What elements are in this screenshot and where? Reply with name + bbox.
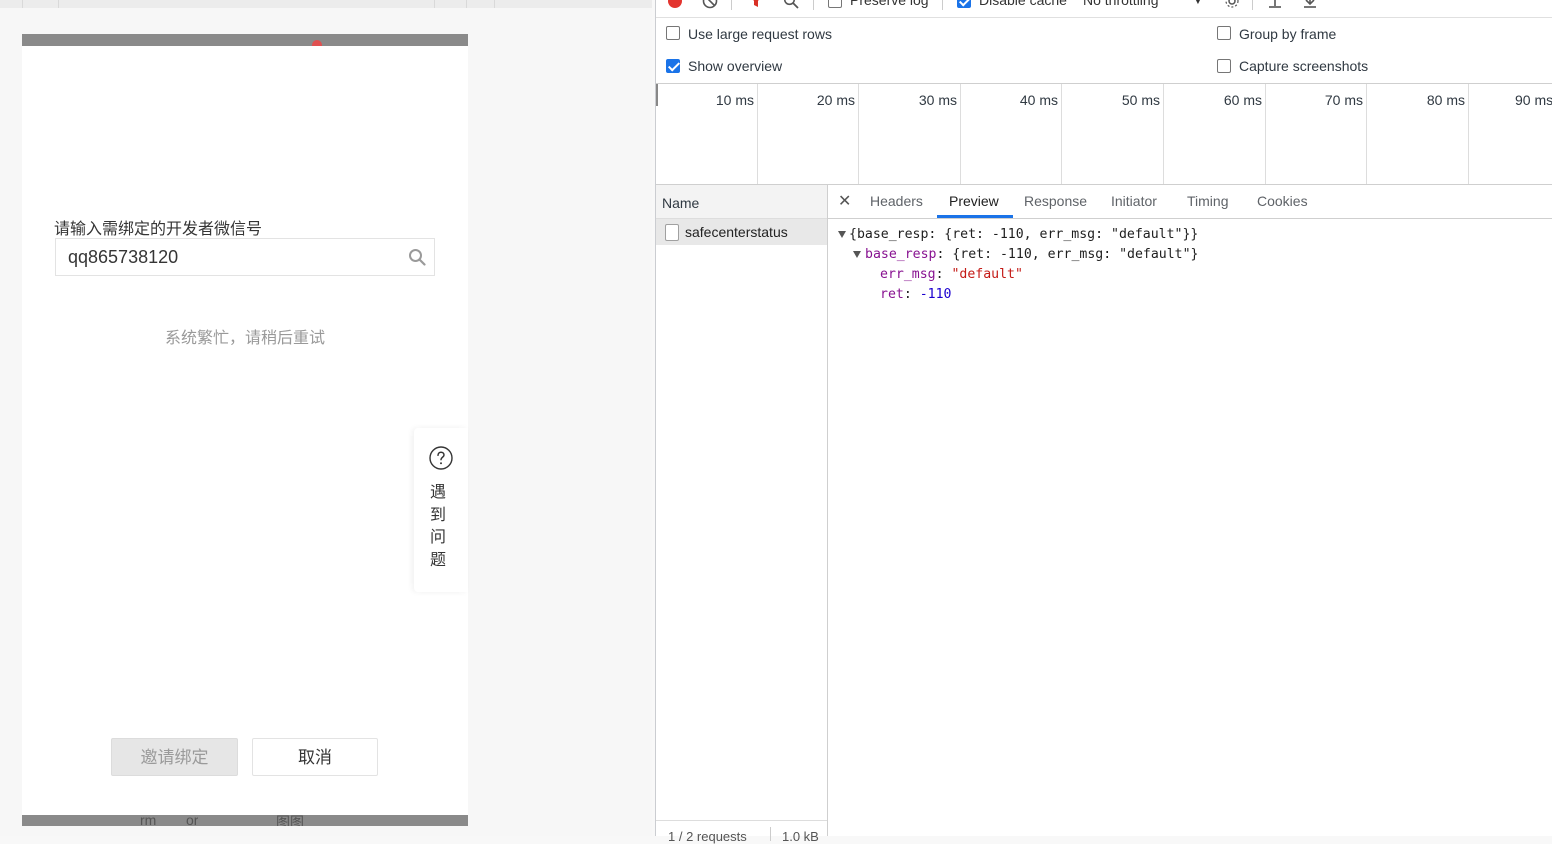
page-viewport: 请输入需绑定的开发者微信号 系统繁忙，请稍后重试 遇到问题 邀请绑定 取消 rm… (0, 0, 652, 836)
document-icon (665, 224, 679, 241)
json-key: base_resp (865, 247, 937, 262)
json-number-value: -110 (919, 287, 952, 302)
json-string-value: "default" (951, 267, 1023, 282)
json-key: err_msg (880, 267, 936, 282)
group-by-frame-label: Group by frame (1239, 26, 1337, 42)
json-summary: {ret: -110, err_msg: "default"} (952, 247, 1199, 262)
overview-tick: 30 ms (859, 84, 961, 184)
name-column-header[interactable]: Name (656, 185, 827, 219)
json-err-msg-row: err_msg: "default" (880, 267, 1023, 282)
overview-tick: 80 ms (1367, 84, 1469, 184)
json-base-resp-row[interactable]: base_resp: {ret: -110, err_msg: "default… (865, 245, 1199, 265)
filter-icon[interactable] (748, 0, 764, 9)
expand-arrow-icon[interactable] (838, 231, 846, 238)
tab-timing[interactable]: Timing (1187, 193, 1229, 209)
wechat-id-input-wrap (55, 238, 435, 276)
json-key: ret (880, 287, 904, 302)
active-tab-indicator (937, 215, 1013, 218)
transfer-size: 1.0 kB (782, 829, 819, 844)
large-rows-checkbox[interactable] (666, 26, 680, 40)
import-har-icon[interactable] (1267, 0, 1283, 8)
request-name: safecenterstatus (685, 224, 788, 240)
tab-preview[interactable]: Preview (949, 193, 999, 209)
field-label: 请输入需绑定的开发者微信号 (54, 221, 263, 238)
tab-response[interactable]: Response (1024, 193, 1087, 209)
large-rows-label: Use large request rows (688, 26, 832, 42)
tab-initiator[interactable]: Initiator (1111, 193, 1157, 209)
chevron-down-icon[interactable]: ▼ (1193, 0, 1203, 7)
underlying-text-3: 图图 (276, 814, 304, 826)
close-icon[interactable]: ✕ (838, 191, 851, 211)
status-bar: 1 / 2 requests 1.0 kB (656, 820, 827, 844)
underlying-text-2: or (186, 812, 199, 826)
overview-tick: 10 ms (656, 84, 758, 184)
help-text: 遇到问题 (430, 484, 447, 569)
json-root-summary[interactable]: {base_resp: {ret: -110, err_msg: "defaul… (849, 225, 1198, 245)
disable-cache-checkbox[interactable] (957, 0, 971, 8)
preserve-log-checkbox[interactable] (828, 0, 842, 8)
disable-cache-label: Disable cache (979, 0, 1067, 8)
network-conditions-icon[interactable] (1224, 0, 1240, 9)
overview-tick: 60 ms (1164, 84, 1266, 184)
clear-icon[interactable] (702, 0, 718, 9)
json-preview: {base_resp: {ret: -110, err_msg: "defaul… (828, 225, 1199, 445)
record-icon[interactable] (667, 0, 683, 9)
underlying-text-1: rm (140, 812, 157, 826)
export-har-icon[interactable] (1302, 0, 1318, 8)
show-overview-label: Show overview (688, 58, 783, 74)
red-dot (312, 40, 322, 46)
help-float-button[interactable]: 遇到问题 (414, 428, 468, 592)
capture-screenshots-checkbox[interactable] (1217, 59, 1231, 73)
error-message: 系统繁忙，请稍后重试 (164, 330, 325, 347)
tab-headers[interactable]: Headers (870, 193, 923, 209)
devtools-network-panel: Preserve log Disable cache No throttling… (655, 0, 1552, 844)
request-count: 1 / 2 requests (668, 829, 747, 844)
preserve-log-label: Preserve log (850, 0, 929, 8)
request-list: Name safecenterstatus 1 / 2 requests 1.0… (656, 185, 828, 844)
show-overview-checkbox[interactable] (666, 59, 680, 73)
throttling-select[interactable]: No throttling (1083, 0, 1158, 8)
overview-tick: 90 ms (1515, 92, 1552, 108)
network-toolbar: Preserve log Disable cache No throttling… (656, 0, 1552, 18)
network-overview[interactable]: 10 ms 20 ms 30 ms 40 ms 50 ms 60 ms 70 m… (656, 83, 1552, 185)
overview-tick: 50 ms (1062, 84, 1164, 184)
search-icon[interactable] (783, 0, 799, 9)
detail-tabs: ✕ Headers Preview Response Initiator Tim… (828, 185, 1552, 219)
capture-screenshots-label: Capture screenshots (1239, 58, 1369, 74)
wechat-id-input[interactable] (56, 239, 396, 275)
page-top-strip (0, 0, 652, 8)
invite-bind-button[interactable]: 邀请绑定 (111, 738, 238, 776)
bind-developer-dialog: 请输入需绑定的开发者微信号 系统繁忙，请稍后重试 遇到问题 邀请绑定 取消 (22, 34, 468, 826)
overview-tick: 40 ms (961, 84, 1062, 184)
dialog-bottom-bar (22, 815, 468, 826)
json-ret-row: ret: -110 (880, 287, 952, 302)
cancel-button[interactable]: 取消 (252, 738, 378, 776)
dialog-top-bar (22, 34, 468, 46)
question-circle-icon (429, 446, 453, 470)
tab-cookies[interactable]: Cookies (1257, 193, 1308, 209)
overview-tick: 20 ms (758, 84, 859, 184)
request-row[interactable]: safecenterstatus (656, 219, 827, 245)
group-by-frame-checkbox[interactable] (1217, 26, 1231, 40)
request-detail-pane: ✕ Headers Preview Response Initiator Tim… (828, 185, 1552, 836)
expand-arrow-icon[interactable] (853, 251, 861, 258)
overview-tick: 70 ms (1266, 84, 1367, 184)
search-icon[interactable] (408, 248, 426, 266)
